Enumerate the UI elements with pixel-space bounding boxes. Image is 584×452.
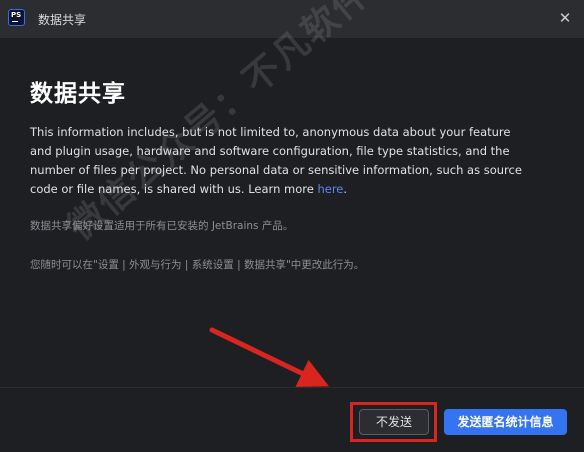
learn-more-link[interactable]: here xyxy=(317,182,343,196)
title-bar: PS 数据共享 ✕ xyxy=(0,0,584,38)
settings-note: 您随时可以在"设置 | 外观与行为 | 系统设置 | 数据共享"中更改此行为。 xyxy=(30,259,365,271)
description-text: This information includes, but is not li… xyxy=(30,125,522,196)
page-title: 数据共享 xyxy=(30,81,126,107)
close-icon[interactable]: ✕ xyxy=(556,9,574,27)
app-icon: PS xyxy=(8,9,25,26)
window-title: 数据共享 xyxy=(38,13,87,27)
decline-button[interactable]: 不发送 xyxy=(359,409,429,435)
jetbrains-note: 数据共享偏好设置适用于所有已安装的 JetBrains 产品。 xyxy=(30,220,294,232)
send-statistics-button[interactable]: 发送匿名统计信息 xyxy=(444,409,567,435)
description-end: . xyxy=(343,182,348,196)
app-icon-bar xyxy=(12,20,18,22)
description-paragraph: This information includes, but is not li… xyxy=(30,123,530,199)
app-icon-label: PS xyxy=(11,11,22,19)
dialog-content: 数据共享 This information includes, but is n… xyxy=(0,38,584,387)
dialog-footer: 不发送 发送匿名统计信息 xyxy=(0,387,584,452)
